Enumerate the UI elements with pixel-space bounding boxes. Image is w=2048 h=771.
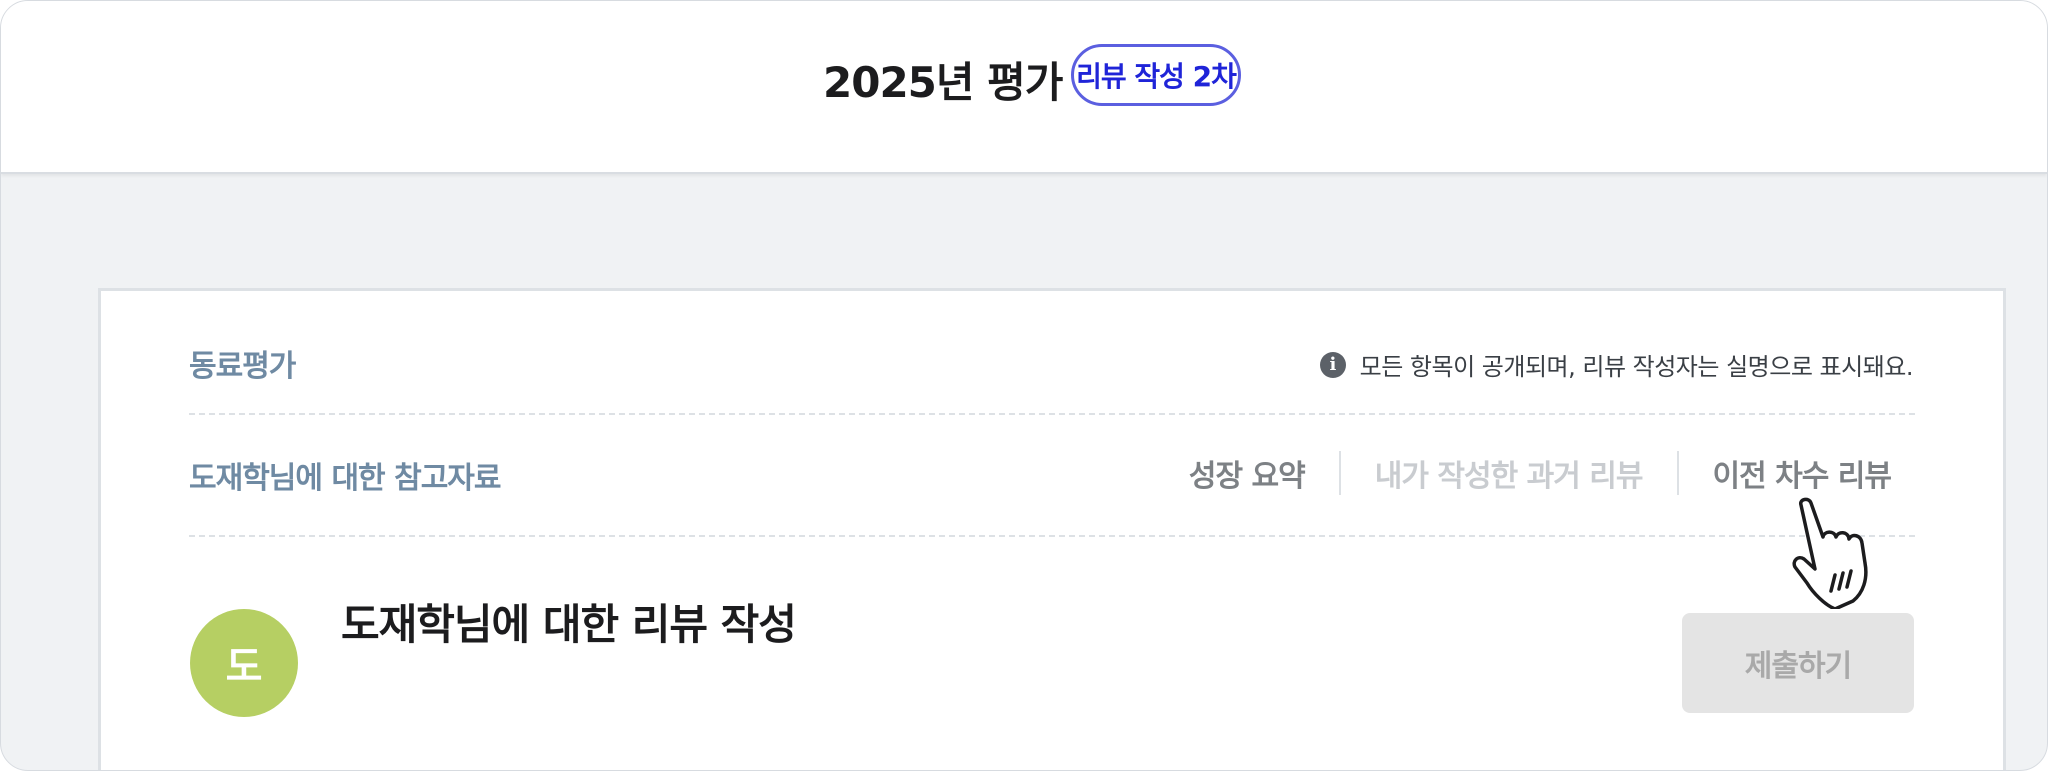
reference-label: 도재학님에 대한 참고자료 bbox=[189, 461, 501, 496]
section-label: 동료평가 bbox=[189, 349, 296, 384]
page-title: 2025년 평가 bbox=[823, 58, 1063, 107]
review-title: 도재학님에 대한 리뷰 작성 bbox=[341, 600, 797, 649]
tab-growth-summary[interactable]: 성장 요약 bbox=[1189, 451, 1306, 495]
tab-separator bbox=[1338, 451, 1341, 495]
top-header: 2025년 평가 리뷰 작성 2차 bbox=[1, 1, 2047, 174]
app-window: 2025년 평가 리뷰 작성 2차 동료평가 i 모든 항목이 공개되며, 리뷰… bbox=[0, 0, 2048, 771]
submit-button[interactable]: 제출하기 bbox=[1682, 613, 1914, 713]
disclosure-notice: i 모든 항목이 공개되며, 리뷰 작성자는 실명으로 표시돼요. bbox=[1319, 347, 1914, 382]
tab-previous-round-reviews[interactable]: 이전 차수 리뷰 bbox=[1713, 451, 1892, 495]
divider bbox=[189, 535, 1915, 537]
avatar: 도 bbox=[190, 609, 298, 717]
reference-tabs: 성장 요약 내가 작성한 과거 리뷰 이전 차수 리뷰 bbox=[1189, 451, 1892, 495]
info-icon: i bbox=[1319, 351, 1346, 378]
notice-text: 모든 항목이 공개되며, 리뷰 작성자는 실명으로 표시돼요. bbox=[1359, 353, 1914, 381]
divider bbox=[189, 413, 1915, 415]
tab-separator bbox=[1676, 451, 1679, 495]
round-badge: 리뷰 작성 2차 bbox=[1071, 44, 1241, 106]
tab-my-past-reviews[interactable]: 내가 작성한 과거 리뷰 bbox=[1375, 451, 1644, 495]
hand-pointer-icon bbox=[1792, 497, 1868, 609]
